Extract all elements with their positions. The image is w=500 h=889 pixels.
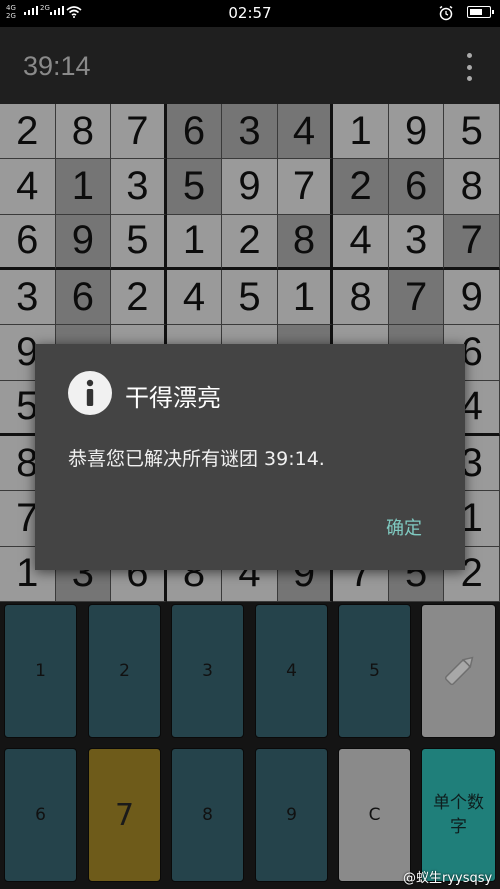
board-cell[interactable]: 6 [0,214,56,270]
board-cell[interactable]: 7 [277,159,334,215]
info-icon [68,371,112,415]
board-cell[interactable]: 4 [0,159,56,215]
board-cell[interactable]: 5 [222,269,278,326]
key-7-selected[interactable]: 7 [88,748,161,882]
pencil-icon [444,656,473,686]
single-number-mode-button[interactable]: 单个数 字 [421,748,496,882]
ok-button[interactable]: 确定 [386,514,422,540]
board-cell[interactable]: 8 [333,269,389,326]
board-cell[interactable]: 1 [333,104,389,160]
key-6[interactable]: 6 [4,748,77,882]
board-cell[interactable]: 9 [444,269,500,326]
status-bar: 4G 2G 2G 02:57 [0,0,500,27]
app-bar: 39:14 [0,27,500,104]
board-cell[interactable]: 6 [166,104,223,160]
board-cell[interactable]: 6 [55,269,112,326]
board-cell[interactable]: 9 [388,104,445,160]
mode-label-line-2: 字 [450,817,467,837]
board-cell[interactable]: 3 [222,104,278,160]
board-cell[interactable]: 6 [388,159,445,215]
board-cell[interactable]: 2 [333,159,389,215]
clear-button[interactable]: C [338,748,411,882]
battery-icon [467,6,494,18]
dialog-title: 干得漂亮 [125,384,221,412]
key-2[interactable]: 2 [88,604,161,738]
board-cell[interactable]: 3 [388,214,445,270]
key-5[interactable]: 5 [338,604,411,738]
board-cell[interactable]: 1 [277,269,334,326]
board-cell[interactable]: 9 [55,214,112,270]
game-timer: 39:14 [23,51,91,81]
watermark: @蚁生ryysqsy [403,871,493,886]
board-cell[interactable]: 8 [55,104,112,160]
board-cell[interactable]: 3 [111,159,167,215]
board-cell[interactable]: 8 [444,159,500,215]
board-cell[interactable]: 5 [111,214,167,270]
board-cell[interactable]: 2 [222,214,278,270]
board-cell[interactable]: 7 [111,104,167,160]
board-cell[interactable]: 1 [55,159,112,215]
board-cell[interactable]: 4 [333,214,389,270]
dialog-message: 恭喜您已解决所有谜团 39:14. [68,448,325,470]
board-cell[interactable]: 5 [166,159,223,215]
board-cell[interactable]: 2 [111,269,167,326]
alarm-icon [439,5,453,21]
success-dialog: 干得漂亮 恭喜您已解决所有谜团 39:14. 确定 [35,344,465,570]
board-cell[interactable]: 7 [444,214,500,270]
board-cell[interactable]: 4 [166,269,223,326]
board-cell[interactable]: 1 [166,214,223,270]
board-cell[interactable]: 9 [222,159,278,215]
key-1[interactable]: 1 [4,604,77,738]
board-cell[interactable]: 7 [388,269,445,326]
board-cell[interactable]: 4 [277,104,334,160]
mode-label-line-1: 单个数 [433,793,484,813]
keypad: 1 2 3 4 5 6 7 8 9 C 单个数 字 [0,602,500,889]
key-8[interactable]: 8 [171,748,244,882]
board-cell[interactable]: 5 [444,104,500,160]
status-time: 02:57 [228,4,272,22]
board-cell[interactable]: 8 [277,214,334,270]
pencil-button[interactable] [421,604,496,738]
key-9[interactable]: 9 [255,748,328,882]
key-4[interactable]: 4 [255,604,328,738]
key-3[interactable]: 3 [171,604,244,738]
board-cell[interactable]: 2 [0,104,56,160]
more-vert-icon[interactable] [462,53,476,81]
board-cell[interactable]: 3 [0,269,56,326]
